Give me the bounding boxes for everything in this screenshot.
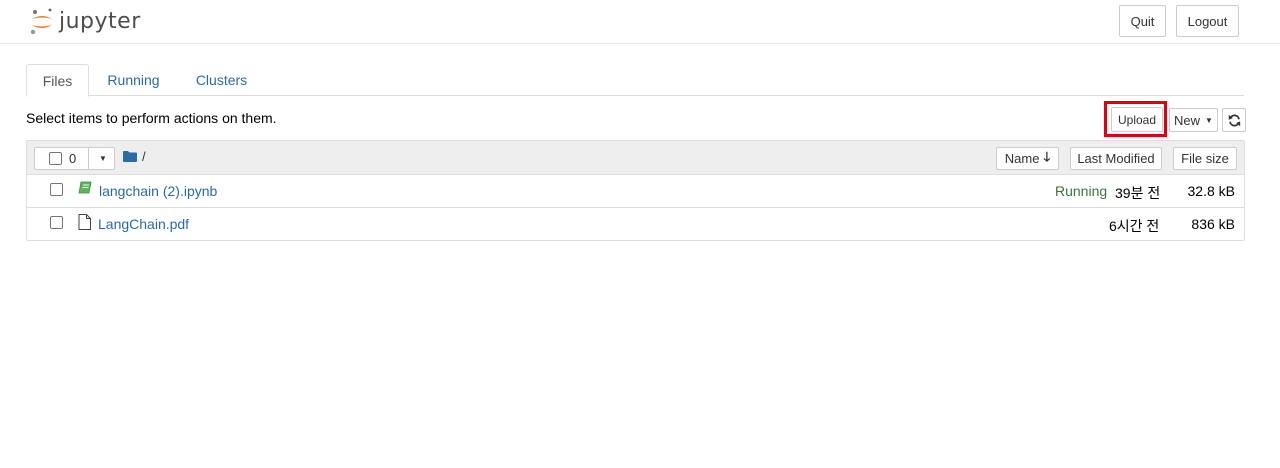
sort-by-name-button[interactable]: Name 🡓 bbox=[996, 147, 1059, 170]
quit-button[interactable]: Quit bbox=[1119, 5, 1166, 37]
sort-by-modified-button[interactable]: Last Modified bbox=[1070, 147, 1162, 170]
item-modified: 6시간 전 bbox=[1109, 218, 1160, 234]
caret-down-icon: ▼ bbox=[1205, 115, 1213, 125]
header-bar: jupyter Quit Logout bbox=[0, 0, 1280, 44]
select-menu-button[interactable]: ▼ bbox=[88, 147, 117, 170]
file-list-header: 0 ▼ / Name 🡓 Last Modified File size bbox=[27, 141, 1244, 175]
sort-name-label: Name bbox=[1004, 151, 1040, 166]
notebook-icon bbox=[78, 181, 92, 194]
tab-clusters[interactable]: Clusters bbox=[184, 64, 259, 96]
file-icon bbox=[78, 214, 91, 230]
logout-button[interactable]: Logout bbox=[1176, 5, 1239, 37]
list-item[interactable]: LangChain.pdf 6시간 전 836 kB bbox=[27, 208, 1244, 241]
selected-count: 0 bbox=[69, 151, 77, 166]
tab-bar: Files Running Clusters bbox=[26, 64, 1244, 97]
refresh-button[interactable] bbox=[1222, 108, 1246, 132]
folder-icon[interactable] bbox=[123, 151, 137, 162]
breadcrumb-root[interactable]: / bbox=[142, 149, 146, 164]
item-name-link[interactable]: LangChain.pdf bbox=[98, 216, 189, 232]
item-name-link[interactable]: langchain (2).ipynb bbox=[99, 183, 217, 199]
selection-hint-text: Select items to perform actions on them. bbox=[26, 110, 277, 126]
logo-text: jupyter bbox=[59, 8, 141, 34]
item-size: 32.8 kB bbox=[1187, 183, 1235, 199]
list-item[interactable]: langchain (2).ipynb Running 39분 전 32.8 k… bbox=[27, 175, 1244, 208]
arrow-down-icon: 🡓 bbox=[1043, 148, 1051, 164]
tab-running[interactable]: Running bbox=[96, 64, 171, 96]
select-all-group: 0 ▼ bbox=[34, 147, 115, 170]
new-button[interactable]: New ▼ bbox=[1169, 108, 1218, 132]
file-list: 0 ▼ / Name 🡓 Last Modified File size lan… bbox=[26, 140, 1245, 241]
item-checkbox[interactable] bbox=[50, 183, 63, 196]
running-status: Running bbox=[1055, 183, 1108, 199]
caret-down-icon: ▼ bbox=[99, 154, 107, 163]
item-size: 836 kB bbox=[1191, 216, 1235, 232]
jupyter-logo-icon bbox=[30, 8, 52, 35]
sort-by-size-button[interactable]: File size bbox=[1173, 147, 1237, 170]
tab-files[interactable]: Files bbox=[26, 64, 89, 97]
jupyter-logo[interactable]: jupyter bbox=[30, 6, 141, 38]
new-button-label: New bbox=[1174, 112, 1201, 128]
select-all-checkbox[interactable] bbox=[49, 152, 62, 165]
refresh-icon bbox=[1228, 113, 1240, 127]
upload-button[interactable]: Upload bbox=[1111, 107, 1163, 132]
item-modified: 39분 전 bbox=[1115, 185, 1161, 201]
item-checkbox[interactable] bbox=[50, 216, 63, 229]
